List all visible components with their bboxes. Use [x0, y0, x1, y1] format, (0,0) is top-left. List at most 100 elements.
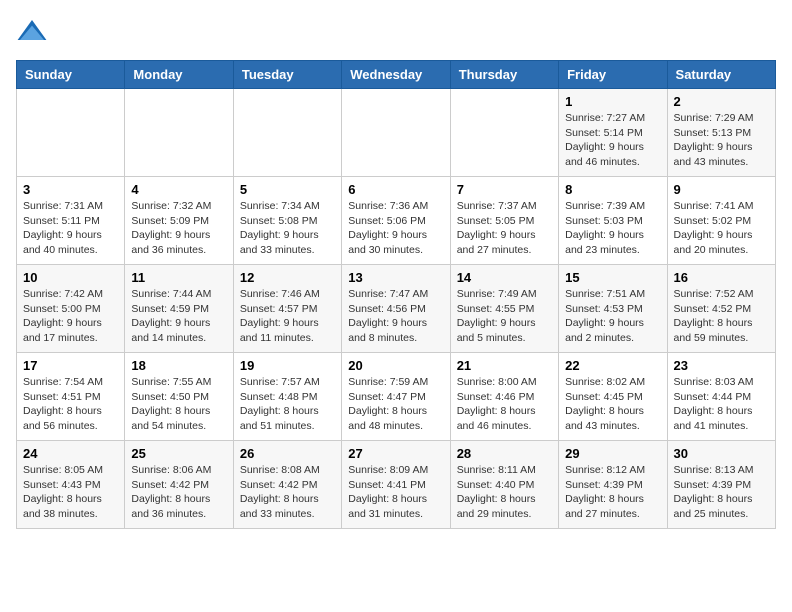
- cell-0-3: [342, 89, 450, 177]
- day-number: 13: [348, 270, 443, 285]
- day-info: Sunrise: 7:52 AM Sunset: 4:52 PM Dayligh…: [674, 287, 769, 346]
- day-info: Sunrise: 7:44 AM Sunset: 4:59 PM Dayligh…: [131, 287, 226, 346]
- day-info: Sunrise: 7:57 AM Sunset: 4:48 PM Dayligh…: [240, 375, 335, 434]
- day-number: 27: [348, 446, 443, 461]
- day-info: Sunrise: 7:51 AM Sunset: 4:53 PM Dayligh…: [565, 287, 660, 346]
- cell-0-2: [233, 89, 341, 177]
- cell-0-1: [125, 89, 233, 177]
- day-number: 28: [457, 446, 552, 461]
- day-number: 1: [565, 94, 660, 109]
- day-number: 20: [348, 358, 443, 373]
- cell-1-2: 5Sunrise: 7:34 AM Sunset: 5:08 PM Daylig…: [233, 177, 341, 265]
- week-row-3: 17 Sunrise: 7:54 AM Sunset: 4:51 PM Dayli…: [17, 353, 776, 441]
- header-thursday: Thursday: [450, 61, 558, 89]
- day-info: Sunrise: 7:39 AM Sunset: 5:03 PM Dayligh…: [565, 199, 660, 258]
- day-info: Sunrise: 7:55 AM Sunset: 4:50 PM Dayligh…: [131, 375, 226, 434]
- day-info: Sunrise: 8:12 AM Sunset: 4:39 PM Dayligh…: [565, 463, 660, 522]
- cell-3-4: 21 Sunrise: 8:00 AM Sunset: 4:46 PM Dayli…: [450, 353, 558, 441]
- day-info: Sunrise: 8:08 AM Sunset: 4:42 PM Dayligh…: [240, 463, 335, 522]
- header-wednesday: Wednesday: [342, 61, 450, 89]
- day-info: Sunrise: 7:36 AM Sunset: 5:06 PM Dayligh…: [348, 199, 443, 258]
- week-row-0: 1 Sunrise: 7:27 AM Sunset: 5:14 PM Daylig…: [17, 89, 776, 177]
- day-info: Sunrise: 7:27 AM Sunset: 5:14 PM Dayligh…: [565, 111, 660, 170]
- day-number: 5: [240, 182, 335, 197]
- day-number: 7: [457, 182, 552, 197]
- calendar-table: SundayMondayTuesdayWednesdayThursdayFrid…: [16, 60, 776, 529]
- day-number: 14: [457, 270, 552, 285]
- cell-4-4: 28 Sunrise: 8:11 AM Sunset: 4:40 PM Dayli…: [450, 441, 558, 529]
- day-number: 9: [674, 182, 769, 197]
- cell-2-0: 10 Sunrise: 7:42 AM Sunset: 5:00 PM Dayli…: [17, 265, 125, 353]
- cell-0-6: 2 Sunrise: 7:29 AM Sunset: 5:13 PM Daylig…: [667, 89, 775, 177]
- header-tuesday: Tuesday: [233, 61, 341, 89]
- day-number: 29: [565, 446, 660, 461]
- day-info: Sunrise: 8:13 AM Sunset: 4:39 PM Dayligh…: [674, 463, 769, 522]
- cell-4-2: 26Sunrise: 8:08 AM Sunset: 4:42 PM Dayli…: [233, 441, 341, 529]
- day-number: 6: [348, 182, 443, 197]
- cell-2-5: 15 Sunrise: 7:51 AM Sunset: 4:53 PM Dayli…: [559, 265, 667, 353]
- day-info: Sunrise: 8:11 AM Sunset: 4:40 PM Dayligh…: [457, 463, 552, 522]
- day-info: Sunrise: 7:37 AM Sunset: 5:05 PM Dayligh…: [457, 199, 552, 258]
- header: [16, 16, 776, 48]
- cell-3-3: 20 Sunrise: 7:59 AM Sunset: 4:47 PM Dayli…: [342, 353, 450, 441]
- cell-2-3: 13Sunrise: 7:47 AM Sunset: 4:56 PM Dayli…: [342, 265, 450, 353]
- day-info: Sunrise: 7:41 AM Sunset: 5:02 PM Dayligh…: [674, 199, 769, 258]
- calendar-header-row: SundayMondayTuesdayWednesdayThursdayFrid…: [17, 61, 776, 89]
- day-info: Sunrise: 8:06 AM Sunset: 4:42 PM Dayligh…: [131, 463, 226, 522]
- cell-2-1: 11 Sunrise: 7:44 AM Sunset: 4:59 PM Dayli…: [125, 265, 233, 353]
- cell-1-3: 6 Sunrise: 7:36 AM Sunset: 5:06 PM Daylig…: [342, 177, 450, 265]
- cell-1-4: 7 Sunrise: 7:37 AM Sunset: 5:05 PM Daylig…: [450, 177, 558, 265]
- cell-4-6: 30 Sunrise: 8:13 AM Sunset: 4:39 PM Dayli…: [667, 441, 775, 529]
- day-info: Sunrise: 7:31 AM Sunset: 5:11 PM Dayligh…: [23, 199, 118, 258]
- day-number: 21: [457, 358, 552, 373]
- day-number: 19: [240, 358, 335, 373]
- cell-3-5: 22 Sunrise: 8:02 AM Sunset: 4:45 PM Dayli…: [559, 353, 667, 441]
- day-number: 22: [565, 358, 660, 373]
- day-number: 15: [565, 270, 660, 285]
- cell-3-6: 23Sunrise: 8:03 AM Sunset: 4:44 PM Dayli…: [667, 353, 775, 441]
- day-info: Sunrise: 8:00 AM Sunset: 4:46 PM Dayligh…: [457, 375, 552, 434]
- header-sunday: Sunday: [17, 61, 125, 89]
- cell-3-1: 18 Sunrise: 7:55 AM Sunset: 4:50 PM Dayli…: [125, 353, 233, 441]
- day-number: 3: [23, 182, 118, 197]
- day-number: 16: [674, 270, 769, 285]
- day-number: 2: [674, 94, 769, 109]
- cell-0-5: 1 Sunrise: 7:27 AM Sunset: 5:14 PM Daylig…: [559, 89, 667, 177]
- header-saturday: Saturday: [667, 61, 775, 89]
- day-info: Sunrise: 8:02 AM Sunset: 4:45 PM Dayligh…: [565, 375, 660, 434]
- cell-2-2: 12 Sunrise: 7:46 AM Sunset: 4:57 PM Dayli…: [233, 265, 341, 353]
- day-info: Sunrise: 7:54 AM Sunset: 4:51 PM Dayligh…: [23, 375, 118, 434]
- day-info: Sunrise: 7:42 AM Sunset: 5:00 PM Dayligh…: [23, 287, 118, 346]
- cell-4-0: 24 Sunrise: 8:05 AM Sunset: 4:43 PM Dayli…: [17, 441, 125, 529]
- day-number: 11: [131, 270, 226, 285]
- cell-4-5: 29 Sunrise: 8:12 AM Sunset: 4:39 PM Dayli…: [559, 441, 667, 529]
- day-number: 18: [131, 358, 226, 373]
- day-info: Sunrise: 7:59 AM Sunset: 4:47 PM Dayligh…: [348, 375, 443, 434]
- day-info: Sunrise: 7:32 AM Sunset: 5:09 PM Dayligh…: [131, 199, 226, 258]
- day-number: 25: [131, 446, 226, 461]
- day-number: 12: [240, 270, 335, 285]
- cell-4-3: 27 Sunrise: 8:09 AM Sunset: 4:41 PM Dayli…: [342, 441, 450, 529]
- logo: [16, 16, 52, 48]
- logo-icon: [16, 16, 48, 48]
- day-number: 30: [674, 446, 769, 461]
- day-info: Sunrise: 8:05 AM Sunset: 4:43 PM Dayligh…: [23, 463, 118, 522]
- day-info: Sunrise: 7:29 AM Sunset: 5:13 PM Dayligh…: [674, 111, 769, 170]
- cell-0-0: [17, 89, 125, 177]
- week-row-1: 3 Sunrise: 7:31 AM Sunset: 5:11 PM Daylig…: [17, 177, 776, 265]
- day-number: 24: [23, 446, 118, 461]
- day-number: 10: [23, 270, 118, 285]
- header-monday: Monday: [125, 61, 233, 89]
- day-number: 17: [23, 358, 118, 373]
- cell-1-6: 9 Sunrise: 7:41 AM Sunset: 5:02 PM Daylig…: [667, 177, 775, 265]
- day-info: Sunrise: 8:03 AM Sunset: 4:44 PM Dayligh…: [674, 375, 769, 434]
- cell-2-6: 16 Sunrise: 7:52 AM Sunset: 4:52 PM Dayli…: [667, 265, 775, 353]
- cell-0-4: [450, 89, 558, 177]
- day-info: Sunrise: 7:46 AM Sunset: 4:57 PM Dayligh…: [240, 287, 335, 346]
- day-number: 8: [565, 182, 660, 197]
- day-info: Sunrise: 8:09 AM Sunset: 4:41 PM Dayligh…: [348, 463, 443, 522]
- week-row-4: 24 Sunrise: 8:05 AM Sunset: 4:43 PM Dayli…: [17, 441, 776, 529]
- cell-2-4: 14Sunrise: 7:49 AM Sunset: 4:55 PM Dayli…: [450, 265, 558, 353]
- cell-3-0: 17 Sunrise: 7:54 AM Sunset: 4:51 PM Dayli…: [17, 353, 125, 441]
- cell-1-5: 8 Sunrise: 7:39 AM Sunset: 5:03 PM Daylig…: [559, 177, 667, 265]
